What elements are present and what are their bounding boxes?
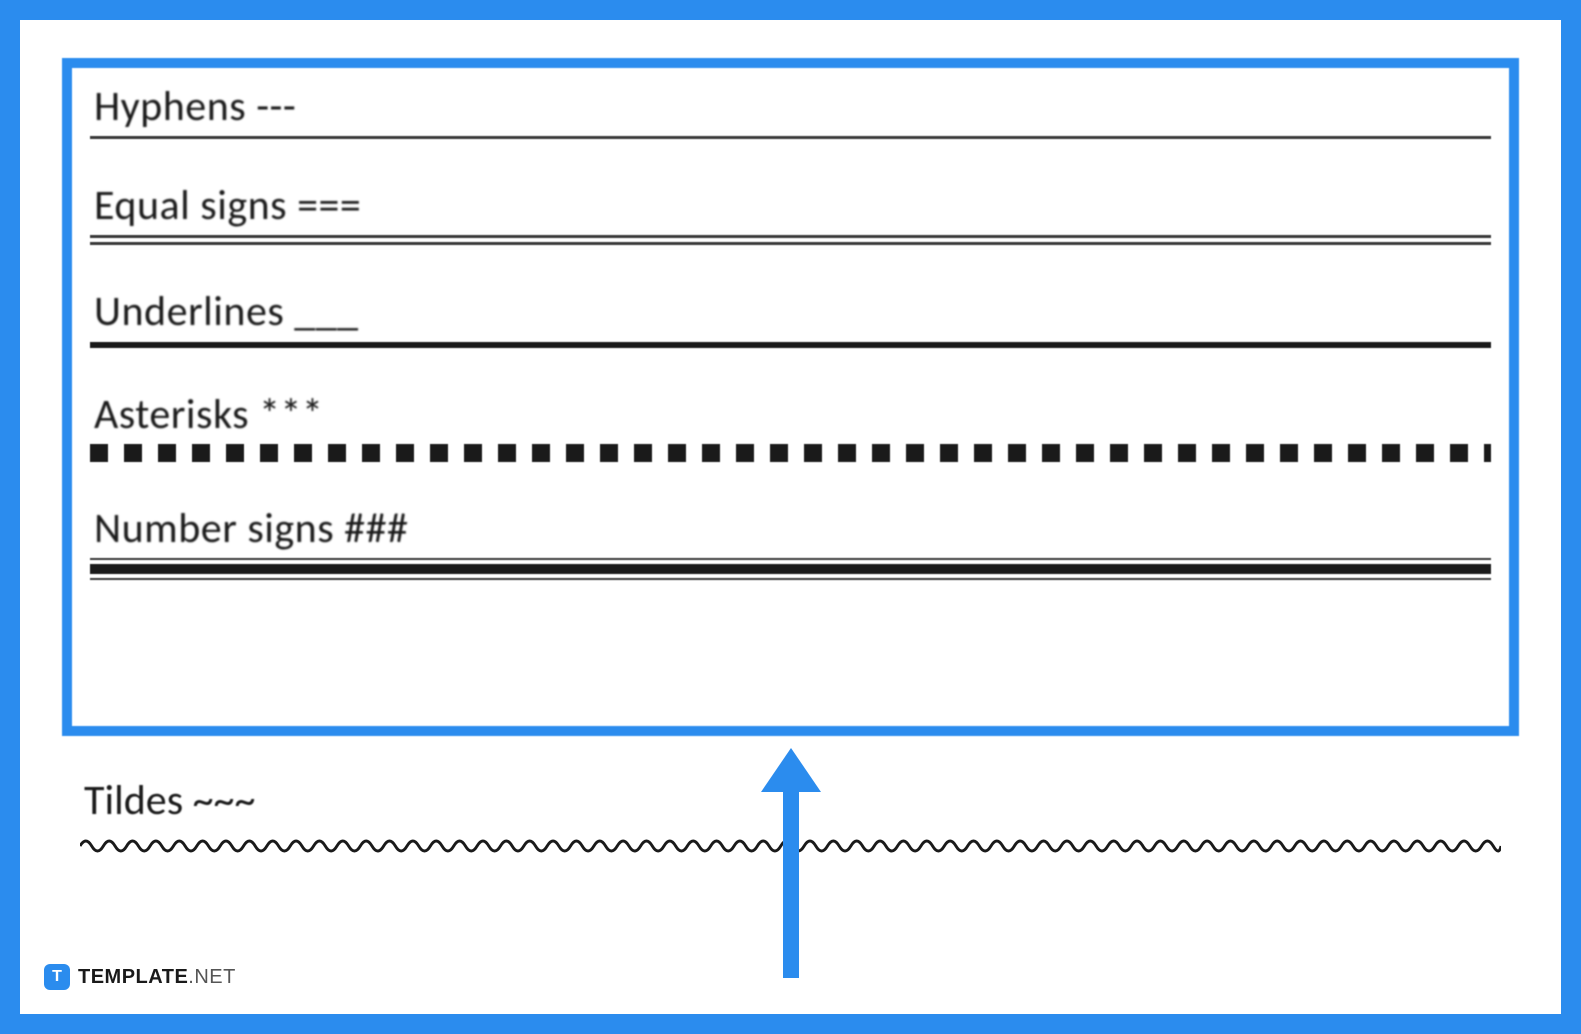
row-tildes: Tildes ~~~ [80, 778, 1501, 854]
line-asterisks-dotted [90, 444, 1491, 462]
line-tildes-wavy [80, 834, 1501, 854]
label-hyphens: Hyphens --- [90, 84, 1491, 130]
line-numbersigns-triple [90, 558, 1491, 580]
line-underlines [90, 342, 1491, 348]
watermark: T TEMPLATE.NET [44, 964, 236, 990]
brand-light: .NET [188, 966, 236, 988]
label-underlines: Underlines ___ [90, 289, 1491, 335]
label-numbersigns: Number signs ### [90, 506, 1491, 552]
row-equals: Equal signs === [90, 183, 1491, 245]
row-numbersigns: Number signs ### [90, 506, 1491, 580]
brand-text: TEMPLATE.NET [78, 966, 236, 989]
row-underlines: Underlines ___ [90, 289, 1491, 347]
row-hyphens: Hyphens --- [90, 84, 1491, 139]
label-asterisks: Asterisks *** [90, 392, 1491, 438]
row-asterisks: Asterisks *** [90, 392, 1491, 462]
line-equals [90, 235, 1491, 245]
logo-letter: T [52, 968, 62, 986]
t-logo-icon: T [44, 964, 70, 990]
line-hyphens [90, 136, 1491, 139]
highlighted-content-box: Hyphens --- Equal signs === Underlines _… [62, 58, 1519, 736]
label-tildes: Tildes ~~~ [80, 778, 1501, 824]
brand-bold: TEMPLATE [78, 966, 188, 988]
outer-frame: Hyphens --- Equal signs === Underlines _… [0, 0, 1581, 1034]
label-equals: Equal signs === [90, 183, 1491, 229]
